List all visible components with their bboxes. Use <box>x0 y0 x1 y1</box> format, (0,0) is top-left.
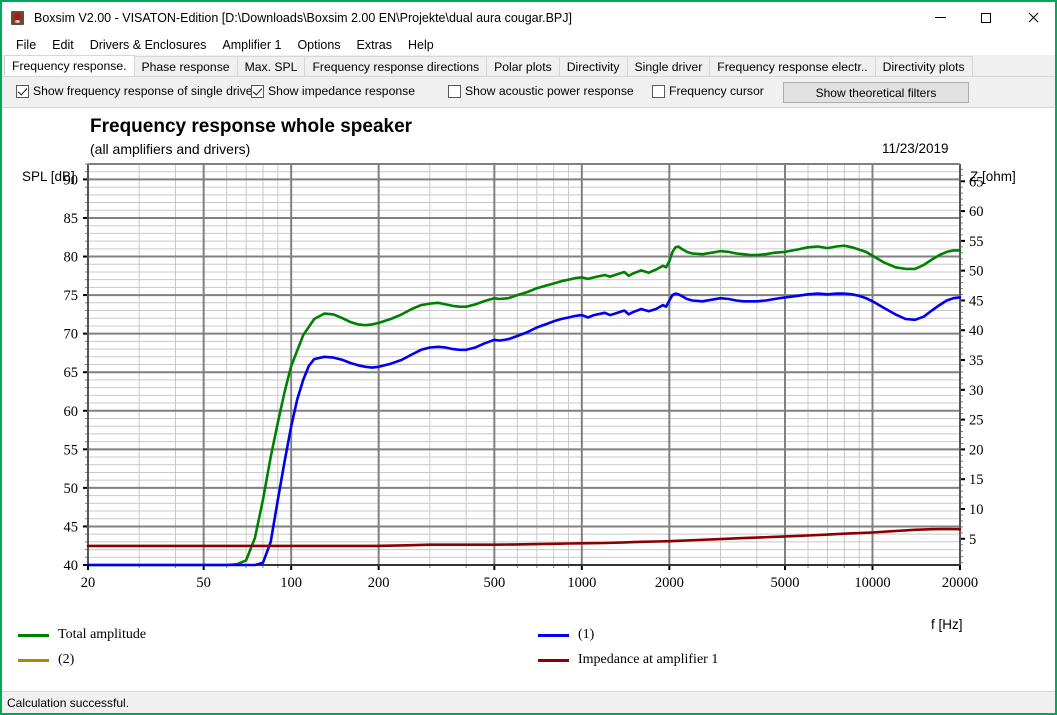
tab-directivity[interactable]: Directivity <box>558 56 628 76</box>
legend-label-impedance: Impedance at amplifier 1 <box>578 652 719 667</box>
svg-text:10: 10 <box>969 502 984 518</box>
frequency-response-plot[interactable]: 40 45 50 55 60 65 70 75 80 85 90 5 10 15 20 25 30 35 40 45 5… <box>2 108 1055 628</box>
checkbox-label-frequency-cursor: Frequency cursor <box>669 84 764 98</box>
chart-panel: Frequency response whole speaker (all am… <box>2 108 1055 691</box>
tab-polar-plots[interactable]: Polar plots <box>486 56 560 76</box>
svg-text:2000: 2000 <box>655 575 684 591</box>
checkbox-show-frequency-response-of-single-driver[interactable]: Show frequency response of single driver <box>16 84 257 98</box>
svg-text:55: 55 <box>64 442 79 458</box>
svg-text:5: 5 <box>969 532 976 548</box>
svg-text:55: 55 <box>969 234 984 250</box>
svg-text:20000: 20000 <box>942 575 978 591</box>
svg-text:65: 65 <box>969 174 984 190</box>
svg-text:25: 25 <box>969 413 984 429</box>
checkbox-box-acoustic-power <box>448 84 461 98</box>
svg-text:500: 500 <box>483 575 505 591</box>
checkbox-box-single-driver <box>16 84 29 98</box>
checkbox-box-impedance <box>251 84 264 98</box>
window-title: Boxsim V2.00 - VISATON-Edition [D:\Downl… <box>34 10 572 25</box>
svg-text:50: 50 <box>64 481 79 497</box>
legend-item-total-amplitude[interactable]: Total amplitude <box>18 627 146 643</box>
title-bar: Boxsim V2.00 - VISATON-Edition [D:\Downl… <box>2 2 1055 34</box>
legend-swatch-2 <box>18 658 49 662</box>
svg-text:20: 20 <box>81 575 96 591</box>
svg-text:40: 40 <box>969 323 984 339</box>
svg-text:1000: 1000 <box>567 575 596 591</box>
legend-swatch-total-amplitude <box>18 633 49 637</box>
checkbox-frequency-cursor[interactable]: Frequency cursor <box>652 84 764 98</box>
maximize-button[interactable] <box>963 2 1009 33</box>
menu-bar: File Edit Drivers & Enclosures Amplifier… <box>2 34 1055 55</box>
svg-text:15: 15 <box>969 472 984 488</box>
menu-help[interactable]: Help <box>400 36 442 54</box>
svg-text:45: 45 <box>64 519 79 535</box>
tab-single-driver[interactable]: Single driver <box>626 56 711 76</box>
legend-swatch-1 <box>538 633 569 637</box>
checkbox-label-single-driver: Show frequency response of single driver <box>33 84 257 98</box>
checkbox-show-acoustic-power-response[interactable]: Show acoustic power response <box>448 84 634 98</box>
close-icon <box>1027 12 1038 23</box>
options-bar: Show frequency response of single driver… <box>2 77 1055 108</box>
menu-edit[interactable]: Edit <box>44 36 82 54</box>
window-controls <box>917 2 1055 33</box>
svg-text:10000: 10000 <box>854 575 890 591</box>
minimize-icon <box>934 17 946 18</box>
svg-text:30: 30 <box>969 383 984 399</box>
legend-item-impedance[interactable]: Impedance at amplifier 1 <box>538 652 718 668</box>
chart-legend: Total amplitude (2) (1) Impedance at amp… <box>2 619 1055 691</box>
legend-label-total-amplitude: Total amplitude <box>58 627 147 642</box>
svg-text:80: 80 <box>64 250 79 266</box>
menu-amplifier-1[interactable]: Amplifier 1 <box>214 36 289 54</box>
svg-text:200: 200 <box>368 575 390 591</box>
close-button[interactable] <box>1009 2 1055 33</box>
svg-text:5000: 5000 <box>771 575 800 591</box>
tab-directivity-plots[interactable]: Directivity plots <box>874 56 973 76</box>
maximize-icon <box>981 12 991 23</box>
legend-item-1[interactable]: (1) <box>538 627 594 643</box>
svg-text:50: 50 <box>196 575 211 591</box>
menu-options[interactable]: Options <box>289 36 348 54</box>
svg-text:85: 85 <box>64 211 79 227</box>
tab-frequency-response[interactable]: Frequency response. <box>4 55 135 76</box>
svg-text:70: 70 <box>64 327 79 343</box>
svg-text:35: 35 <box>969 353 984 369</box>
svg-text:75: 75 <box>64 288 79 304</box>
app-window: Boxsim V2.00 - VISATON-Edition [D:\Downl… <box>0 0 1057 715</box>
status-bar: Calculation successful. <box>2 691 1055 713</box>
tab-phase-response[interactable]: Phase response <box>133 56 238 76</box>
boxsim-app-icon <box>10 10 26 26</box>
checkbox-label-impedance: Show impedance response <box>268 84 416 98</box>
svg-text:65: 65 <box>64 365 79 381</box>
legend-label-1: (1) <box>578 627 595 642</box>
legend-item-2[interactable]: (2) <box>18 652 74 668</box>
tab-frequency-response-directions[interactable]: Frequency response directions <box>304 56 488 76</box>
tab-max-spl[interactable]: Max. SPL <box>236 56 306 76</box>
svg-text:90: 90 <box>64 172 79 188</box>
tab-bar: Frequency response. Phase response Max. … <box>2 55 1055 77</box>
svg-text:60: 60 <box>969 204 984 220</box>
menu-extras[interactable]: Extras <box>349 36 400 54</box>
minimize-button[interactable] <box>917 2 963 33</box>
menu-file[interactable]: File <box>8 36 44 54</box>
checkbox-box-frequency-cursor <box>652 84 665 98</box>
menu-drivers-enclosures[interactable]: Drivers & Enclosures <box>82 36 215 54</box>
tab-frequency-response-electr[interactable]: Frequency response electr.. <box>709 56 876 76</box>
svg-text:40: 40 <box>64 558 79 574</box>
checkbox-show-impedance-response[interactable]: Show impedance response <box>251 84 415 98</box>
svg-text:60: 60 <box>64 404 79 420</box>
svg-text:20: 20 <box>969 442 984 458</box>
show-theoretical-filters-button[interactable]: Show theoretical filters <box>783 82 969 103</box>
svg-text:100: 100 <box>280 575 302 591</box>
legend-swatch-impedance <box>538 658 569 662</box>
status-text: Calculation successful. <box>7 695 130 710</box>
checkbox-label-acoustic-power: Show acoustic power response <box>465 84 634 98</box>
svg-text:45: 45 <box>969 293 984 309</box>
svg-text:50: 50 <box>969 264 984 280</box>
legend-label-2: (2) <box>58 652 75 667</box>
